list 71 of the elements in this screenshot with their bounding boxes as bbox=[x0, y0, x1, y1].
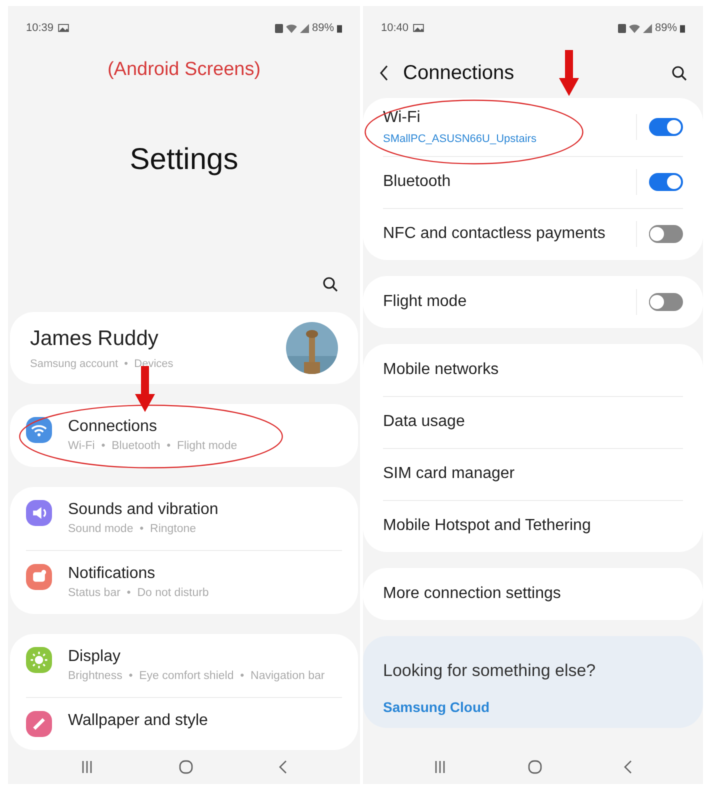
suggestion-heading: Looking for something else? bbox=[383, 660, 597, 682]
item-title: Display bbox=[68, 646, 122, 666]
settings-item[interactable]: SIM card manager bbox=[383, 448, 683, 500]
status-time: 10:39 bbox=[26, 20, 54, 36]
signal-icon bbox=[300, 24, 309, 32]
search-button[interactable] bbox=[671, 65, 687, 81]
toggle-switch[interactable] bbox=[649, 118, 683, 136]
battery-icon bbox=[337, 24, 342, 32]
item-title: Bluetooth bbox=[383, 172, 452, 192]
wifi-icon bbox=[26, 416, 52, 442]
image-icon bbox=[58, 24, 69, 32]
profile-card[interactable]: James Ruddy Samsung account • Devices bbox=[10, 312, 358, 384]
notification-icon bbox=[26, 564, 52, 590]
toggle-switch[interactable] bbox=[649, 225, 683, 243]
search-button[interactable] bbox=[322, 276, 338, 292]
profile-subtitle: Samsung account • Devices bbox=[30, 357, 174, 372]
annotation-arrow bbox=[135, 366, 155, 412]
home-button[interactable] bbox=[527, 759, 543, 775]
item-title: Mobile Hotspot and Tethering bbox=[383, 516, 592, 536]
brush-icon bbox=[26, 710, 52, 736]
recent-apps-button[interactable] bbox=[80, 760, 94, 774]
battery-icon bbox=[680, 24, 685, 32]
toggle-switch[interactable] bbox=[649, 292, 683, 310]
page-title: Connections bbox=[403, 61, 514, 86]
wifi-icon bbox=[628, 24, 640, 32]
status-time: 10:40 bbox=[381, 20, 409, 36]
settings-item[interactable]: NFC and contactless payments bbox=[383, 208, 683, 260]
page-title: Settings bbox=[128, 142, 240, 178]
settings-item[interactable]: More connection settings bbox=[383, 568, 683, 620]
image-icon bbox=[412, 24, 424, 32]
item-title: Sounds and vibration bbox=[68, 500, 218, 520]
item-title: Connections bbox=[68, 416, 158, 436]
item-title: Wi-Fi bbox=[383, 108, 422, 128]
profile-name: James Ruddy bbox=[30, 326, 160, 352]
sim-icon bbox=[274, 23, 283, 33]
settings-item[interactable]: Bluetooth bbox=[383, 156, 683, 208]
sun-icon bbox=[26, 646, 52, 672]
back-button[interactable] bbox=[379, 65, 389, 81]
sim-icon bbox=[618, 23, 626, 33]
settings-item[interactable]: Display Brightness • Eye comfort shield • Navigation bar bbox=[26, 634, 342, 696]
speaker-icon bbox=[26, 500, 52, 526]
settings-item[interactable]: Mobile networks bbox=[383, 344, 683, 396]
item-title: Wallpaper and style bbox=[68, 710, 208, 730]
settings-item[interactable]: Connections Wi-Fi • Bluetooth • Flight mode bbox=[26, 404, 342, 466]
recent-apps-button[interactable] bbox=[433, 760, 447, 774]
network-name: SMallPC_ASUSN66U_Upstairs bbox=[383, 132, 538, 147]
item-title: More connection settings bbox=[383, 584, 562, 604]
signal-icon bbox=[642, 24, 652, 32]
item-title: Data usage bbox=[383, 412, 466, 432]
battery-percentage: 89% bbox=[312, 20, 334, 36]
item-subtitle: Brightness • Eye comfort shield • Navigation bar bbox=[68, 668, 325, 684]
item-title: SIM card manager bbox=[383, 464, 516, 484]
settings-item[interactable]: Notifications Status bar • Do not disturb bbox=[26, 550, 342, 614]
settings-item[interactable]: Mobile Hotspot and Tethering bbox=[383, 500, 683, 552]
item-subtitle: Sound mode • Ringtone bbox=[68, 522, 198, 536]
wifi-icon bbox=[286, 24, 297, 32]
item-subtitle: Wi-Fi • Bluetooth • Flight mode bbox=[68, 438, 238, 454]
settings-item[interactable]: Flight mode bbox=[383, 276, 683, 328]
home-button[interactable] bbox=[178, 759, 194, 775]
settings-item[interactable]: Sounds and vibration Sound mode • Ringtone bbox=[26, 486, 342, 550]
toggle-switch[interactable] bbox=[649, 173, 683, 191]
item-title: Notifications bbox=[68, 564, 156, 584]
battery-percentage: 89% bbox=[654, 20, 677, 36]
item-title: Flight mode bbox=[383, 292, 468, 312]
annotation-label: (Android Screens) bbox=[106, 58, 262, 82]
item-subtitle: Status bar • Do not disturb bbox=[68, 586, 209, 600]
item-title: Mobile networks bbox=[383, 360, 500, 380]
annotation-arrow bbox=[559, 50, 579, 96]
settings-item[interactable]: Data usage bbox=[383, 396, 683, 448]
settings-item[interactable]: Wi-Fi SMallPC_ASUSN66U_Upstairs bbox=[383, 98, 683, 156]
item-title: NFC and contactless payments bbox=[383, 224, 606, 244]
